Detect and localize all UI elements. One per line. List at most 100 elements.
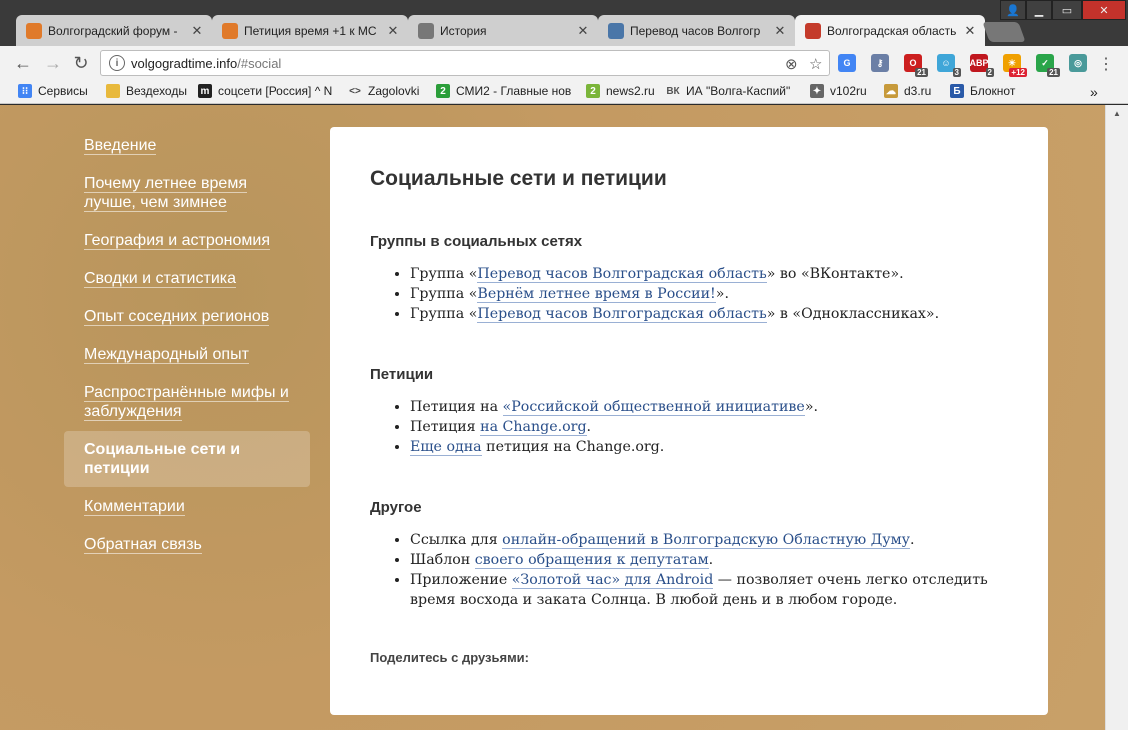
content-link[interactable]: «Российской общественной инициативе	[502, 399, 805, 416]
bookmark-7[interactable]: ВК ИА "Волга-Каспий"	[666, 84, 790, 98]
window-close-button[interactable]: ✕	[1082, 0, 1126, 20]
bookmark-star-icon[interactable]: ☆	[809, 55, 822, 73]
back-arrow-icon[interactable]: ←	[12, 52, 34, 74]
sidebar-item-8[interactable]: Социальные сети и петиции	[64, 431, 310, 487]
list-item: Петиция на Change.org.	[410, 417, 1008, 437]
bookmark-5[interactable]: 2 СМИ2 - Главные нов	[436, 84, 571, 98]
bookmark-10[interactable]: Б Блокнот	[950, 84, 1015, 98]
forward-arrow-icon[interactable]: →	[42, 52, 64, 74]
sidebar-item-5[interactable]: Опыт соседних регионов	[64, 298, 310, 335]
bookmark-2[interactable]: Вездеходы	[106, 84, 187, 98]
sidebar-item-9[interactable]: Комментарии	[64, 488, 310, 525]
tab-close-icon[interactable]: ✕	[963, 23, 977, 39]
sidebar-item-10[interactable]: Обратная связь	[64, 526, 310, 563]
bookmark-label: v102ru	[830, 84, 867, 98]
browser-tab-3[interactable]: История ✕	[408, 15, 598, 46]
bookmark-6[interactable]: 2 news2.ru	[586, 84, 655, 98]
tab-title: Волгоградская область -	[827, 23, 959, 38]
content-link[interactable]: Перевод часов Волгоградская область	[477, 266, 767, 283]
bookmark-4[interactable]: <> Zagolovki	[348, 84, 419, 98]
bookmark-9[interactable]: ☁ d3.ru	[884, 84, 931, 98]
extension-glyph: ABP	[969, 58, 989, 68]
maximize-button[interactable]: ▭	[1052, 0, 1082, 20]
tab-close-icon[interactable]: ✕	[773, 23, 787, 39]
sidebar-item-3[interactable]: География и астрономия	[64, 222, 310, 259]
bookmark-1[interactable]: ⁝⁝ Сервисы	[18, 84, 88, 98]
blocked-content-icon[interactable]: ⊗	[785, 55, 798, 73]
more-bookmarks-chevron-icon[interactable]: »	[1090, 84, 1098, 100]
opera-icon[interactable]: O 21	[904, 54, 928, 77]
extension-badge: 21	[915, 68, 928, 77]
content-link[interactable]: Перевод часов Волгоградская область	[477, 306, 767, 323]
adblock-icon[interactable]: ABP 2	[969, 54, 994, 77]
scroll-up-arrow-icon[interactable]: ▲	[1113, 109, 1121, 118]
sidebar-item-4[interactable]: Сводки и статистика	[64, 260, 310, 297]
list-item-text: Группа «	[410, 306, 478, 322]
sidebar-item-7[interactable]: Распространённые мифы и заблуждения	[64, 374, 310, 430]
extension-badge: 3	[952, 68, 961, 77]
browser-tab-4[interactable]: Перевод часов Волгогр ✕	[598, 15, 795, 46]
browser-tab-5[interactable]: Волгоградская область - ✕	[795, 15, 985, 46]
tab-title: История	[440, 23, 487, 38]
weather-icon[interactable]: ☀ +12	[1003, 54, 1027, 77]
list-item-text: ».	[804, 399, 819, 415]
content-link[interactable]: онлайн-обращений в Волгоградскую Областн…	[502, 532, 910, 549]
browser-menu-icon[interactable]: ⋮	[1098, 54, 1114, 74]
sidebar-item-label: География и астрономия	[84, 232, 270, 250]
bookmark-label: ИА "Волга-Каспий"	[686, 84, 791, 98]
sidebar-item-1[interactable]: Введение	[64, 127, 310, 164]
list-item-text: Петиция на	[410, 399, 503, 415]
content-link[interactable]: своего обращения к депутатам	[474, 552, 709, 569]
browser-tab-2[interactable]: Петиция время +1 к МС ✕	[212, 15, 408, 46]
bookmark-8[interactable]: ✦ v102ru	[810, 84, 867, 98]
ghost-icon[interactable]: ☺ 3	[937, 54, 961, 77]
list-item-text: Приложение	[410, 572, 512, 588]
translate-icon[interactable]: G	[838, 54, 856, 72]
user-profile-icon[interactable]: 👤	[1000, 0, 1026, 20]
new-tab-button[interactable]	[982, 22, 1026, 42]
content-link[interactable]: «Золотой час» для Android	[511, 572, 714, 589]
sidebar-nav: Введение Почему летнее время лучше, чем з…	[64, 127, 310, 564]
page-scrollbar[interactable]: ▲	[1105, 105, 1128, 730]
shield-check-icon[interactable]: ✓ 21	[1036, 54, 1060, 77]
minimize-button[interactable]: ▁	[1026, 0, 1052, 20]
bookmark-label: СМИ2 - Главные нов	[456, 84, 572, 98]
list-item-text: ».	[715, 286, 729, 302]
browser-tab-1[interactable]: Волгоградский форум - ✕	[16, 15, 212, 46]
reload-icon[interactable]: ↻	[70, 52, 92, 74]
url-path: /#social	[237, 55, 282, 71]
speech-bubble-icon	[222, 22, 238, 39]
content-link[interactable]: Вернём летнее время в России!	[477, 286, 716, 303]
m-logo-icon: m	[198, 84, 212, 98]
section-heading: Группы в социальных сетях	[370, 233, 583, 250]
bookmark-label: d3.ru	[904, 84, 932, 98]
key-icon[interactable]: ⚷	[871, 54, 889, 72]
list-item: Шаблон своего обращения к депутатам.	[410, 550, 1008, 570]
content-link[interactable]: на Change.org	[480, 419, 587, 436]
tab-title: Перевод часов Волгогр	[630, 23, 761, 38]
circle-arrow-icon[interactable]: ◎	[1069, 54, 1087, 72]
address-bar[interactable]: i volgogradtime.info/#social ⊗ ☆	[100, 50, 830, 76]
list-item-text: Ссылка для	[410, 532, 503, 548]
section-list: Группа «Перевод часов Волгоградская обла…	[410, 264, 1008, 324]
sidebar-item-2[interactable]: Почему летнее время лучше, чем зимнее	[64, 165, 310, 221]
tab-title: Волгоградский форум -	[48, 23, 178, 38]
list-item: Приложение «Золотой час» для Android — п…	[410, 570, 1008, 610]
tab-close-icon[interactable]: ✕	[576, 23, 590, 39]
url-host: volgogradtime.info	[131, 55, 238, 71]
tab-close-icon[interactable]: ✕	[190, 23, 204, 39]
sidebar-item-label: Опыт соседних регионов	[84, 308, 270, 326]
tab-close-icon[interactable]: ✕	[386, 23, 400, 39]
list-item: Группа «Вернём летнее время в России!».	[410, 284, 1008, 304]
sidebar-item-6[interactable]: Международный опыт	[64, 336, 310, 373]
code-brackets-icon: <>	[349, 85, 361, 97]
vk-text-icon: ВК	[666, 85, 680, 97]
list-item-text: .	[909, 532, 915, 548]
folder-icon	[106, 84, 120, 98]
bookmark-3[interactable]: m соцсети [Россия] ^ N	[198, 84, 332, 98]
content-link[interactable]: Еще одна	[410, 439, 482, 456]
list-item-text: Шаблон	[410, 552, 475, 568]
tab-title: Петиция время +1 к МС	[244, 23, 377, 38]
info-icon[interactable]: i	[109, 55, 125, 71]
sidebar-item-label: Комментарии	[84, 498, 185, 516]
